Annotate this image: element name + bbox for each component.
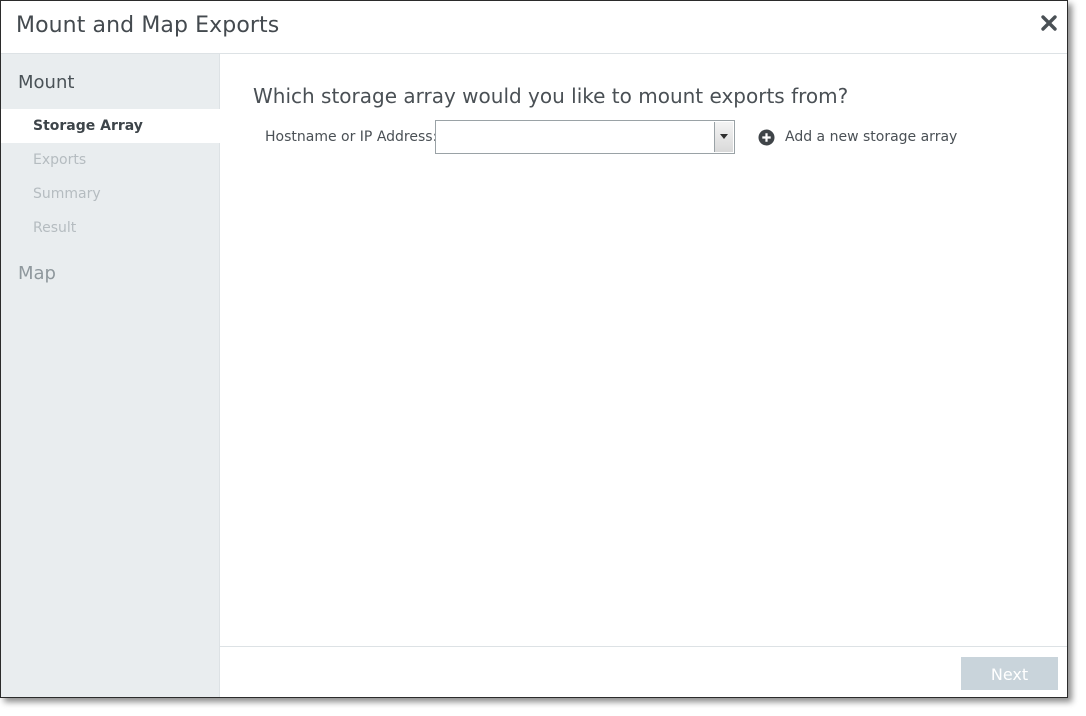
step-storage-array[interactable]: Storage Array xyxy=(1,109,220,143)
next-button[interactable]: Next xyxy=(961,657,1058,690)
hostname-label: Hostname or IP Address: xyxy=(265,129,438,145)
step-summary: Summary xyxy=(33,186,101,202)
mount-map-exports-dialog: Mount and Map Exports Mount Storage Arra… xyxy=(0,0,1068,698)
section-title-map: Map xyxy=(18,263,56,284)
dialog-titlebar: Mount and Map Exports xyxy=(1,1,1067,54)
main-content: Which storage array would you like to mo… xyxy=(220,54,1067,697)
step-result: Result xyxy=(33,220,77,236)
add-storage-array-label: Add a new storage array xyxy=(785,129,958,145)
step-exports: Exports xyxy=(33,152,87,168)
hostname-select[interactable] xyxy=(435,120,735,154)
wizard-sidebar: Mount Storage Array Exports Summary Resu… xyxy=(1,54,220,697)
dialog-footer: Next xyxy=(220,646,1067,697)
close-icon[interactable] xyxy=(1039,13,1059,33)
dropdown-arrow-icon[interactable] xyxy=(714,122,733,152)
dialog-title: Mount and Map Exports xyxy=(16,13,280,38)
plus-circle-icon xyxy=(758,129,775,146)
section-title-mount: Mount xyxy=(18,72,75,93)
page-question: Which storage array would you like to mo… xyxy=(253,84,849,108)
